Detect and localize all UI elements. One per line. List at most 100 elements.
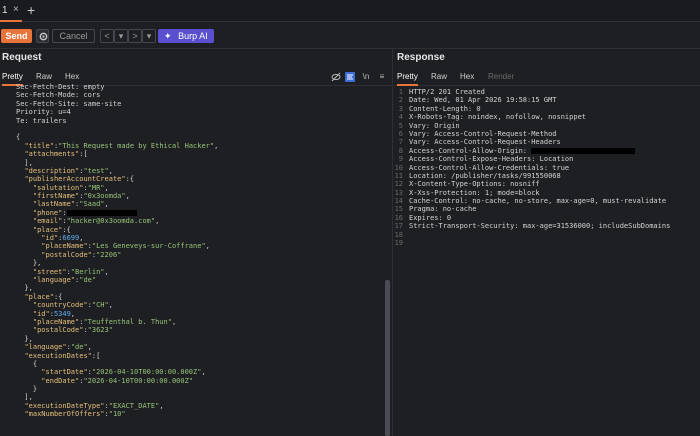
code-token: 5349 <box>53 309 71 318</box>
code-token: "countryCode" <box>32 301 88 310</box>
cancel-button[interactable]: Cancel <box>52 29 95 43</box>
code-token: }, <box>16 284 33 293</box>
back-dropdown-button[interactable]: ▾ <box>114 29 128 43</box>
code-token: "2206" <box>96 250 122 259</box>
code-token: "de" <box>79 275 97 284</box>
code-token: "id" <box>32 309 50 318</box>
code-token: "attachments" <box>24 150 80 159</box>
request-tab-hex[interactable]: Hex <box>65 72 79 81</box>
request-line: }, <box>0 259 384 267</box>
forward-dropdown-button[interactable]: ▾ <box>142 29 156 43</box>
close-icon[interactable]: × <box>13 4 19 15</box>
tab-label: 1 <box>2 5 8 16</box>
response-line-text: X-Xss-Protection: 1; mode=block <box>409 188 540 197</box>
response-line-text: Vary: Origin <box>409 121 460 130</box>
response-line: 3 Content-Length: 0 <box>393 105 700 113</box>
line-number: 9 <box>398 155 403 164</box>
code-token: "CH" <box>91 301 109 310</box>
request-line: Priority: u=4 <box>0 108 384 116</box>
code-token: }, <box>16 334 33 343</box>
request-editor[interactable]: Sec-Fetch-Dest: empty Sec-Fetch-Mode: cor… <box>0 83 384 436</box>
send-button[interactable]: Send <box>1 29 32 43</box>
code-token: , <box>155 217 160 226</box>
request-line: Sec-Fetch-Dest: empty <box>0 83 384 91</box>
code-token: , <box>70 309 76 318</box>
request-line: "description":"test", <box>0 167 384 175</box>
response-line-text: X-Content-Type-Options: nosniff <box>409 180 540 189</box>
response-tab-pretty[interactable]: Pretty <box>397 72 418 86</box>
response-line: 6 Vary: Access-Control-Request-Method <box>393 130 700 138</box>
response-line: 18 <box>393 231 700 239</box>
request-scrollbar[interactable] <box>385 280 390 436</box>
response-line-text: Date: Wed, 01 Apr 2026 19:58:15 GMT <box>409 96 557 105</box>
code-token: ], <box>16 393 33 402</box>
code-token: "MR" <box>87 183 105 192</box>
line-number: 19 <box>394 239 403 248</box>
forward-button[interactable]: > <box>128 29 142 43</box>
response-line-text: HTTP/2 201 Created <box>409 88 485 96</box>
response-line-text: Pragma: no-cache <box>409 205 477 214</box>
code-token: "language" <box>24 343 67 352</box>
request-line: "lastName":"Saad", <box>0 200 384 208</box>
code-token: } <box>16 385 38 394</box>
response-line-text: Access-Control-Allow-Origin: <box>409 146 532 155</box>
response-line-text: Content-Length: 0 <box>409 104 481 113</box>
back-button[interactable]: < <box>100 29 114 43</box>
request-line: "postalCode":"2206" <box>0 251 384 259</box>
request-line: { <box>0 360 384 368</box>
response-line: 5 Vary: Origin <box>393 122 700 130</box>
response-tab-hex[interactable]: Hex <box>460 72 474 81</box>
newline-icon[interactable]: \n <box>361 72 371 82</box>
burp-ai-button[interactable]: ✦ Burp AI <box>158 29 214 43</box>
request-line: } <box>0 385 384 393</box>
response-line: 12 X-Content-Type-Options: nosniff <box>393 180 700 188</box>
response-line-text: Access-Control-Allow-Credentials: true <box>409 163 570 172</box>
code-token: "2026-04-10T00:00:00.000Z" <box>91 368 202 377</box>
response-line-text: Strict-Transport-Security: max-age=31536… <box>409 222 671 231</box>
code-token: "test" <box>83 166 109 175</box>
request-tab-raw[interactable]: Raw <box>36 72 52 81</box>
code-token: "executionDates" <box>24 351 92 360</box>
menu-icon[interactable]: ≡ <box>377 72 387 82</box>
response-line: 14 Cache-Control: no-cache, no-store, max… <box>393 197 700 205</box>
add-tab-icon[interactable]: + <box>27 2 35 18</box>
response-line-text: Access-Control-Expose-Headers: Location <box>409 155 574 164</box>
eye-slash-icon[interactable] <box>331 72 341 82</box>
response-tab-render[interactable]: Render <box>488 72 514 81</box>
code-token: "de" <box>70 343 88 352</box>
format-icon[interactable] <box>345 72 355 82</box>
code-token: , <box>104 200 109 209</box>
tab-1[interactable]: 1 × <box>0 0 22 22</box>
response-editor[interactable]: 1 HTTP/2 201 Created 2 Date: Wed, 01 Apr 20… <box>393 88 700 436</box>
request-line: "attachments":[ <box>0 150 384 158</box>
response-line: 4 X-Robots-Tag: noindex, nofollow, nosnip… <box>393 113 700 121</box>
response-line-text: X-Robots-Tag: noindex, nofollow, nosnipp… <box>409 113 587 122</box>
response-line-text: Vary: Access-Control-Request-Headers <box>409 138 561 147</box>
redaction-bar <box>531 147 636 154</box>
request-line: "endDate":"2026-04-10T00:00:00.000Z" <box>0 377 384 385</box>
response-pane-title: Response <box>397 52 445 63</box>
code-token: , <box>171 317 177 326</box>
gear-icon[interactable] <box>36 29 49 43</box>
request-line: Sec-Fetch-Mode: cors <box>0 91 384 99</box>
line-number: 16 <box>394 213 403 222</box>
request-line: "executionDates":[ <box>0 352 384 360</box>
response-line: 8 Access-Control-Allow-Origin: <box>393 147 700 155</box>
code-token: "firstName" <box>32 192 80 201</box>
request-pane-title: Request <box>2 52 42 63</box>
code-token: "street" <box>32 267 67 276</box>
request-line: { <box>0 133 384 141</box>
code-token: "language" <box>32 275 76 284</box>
response-line: 11 Location: /publisher/tasks/991550068 <box>393 172 700 180</box>
code-token: "hacker@0x3oomda.com" <box>66 217 156 226</box>
code-token: "description" <box>24 166 80 175</box>
response-tab-raw[interactable]: Raw <box>431 72 447 81</box>
